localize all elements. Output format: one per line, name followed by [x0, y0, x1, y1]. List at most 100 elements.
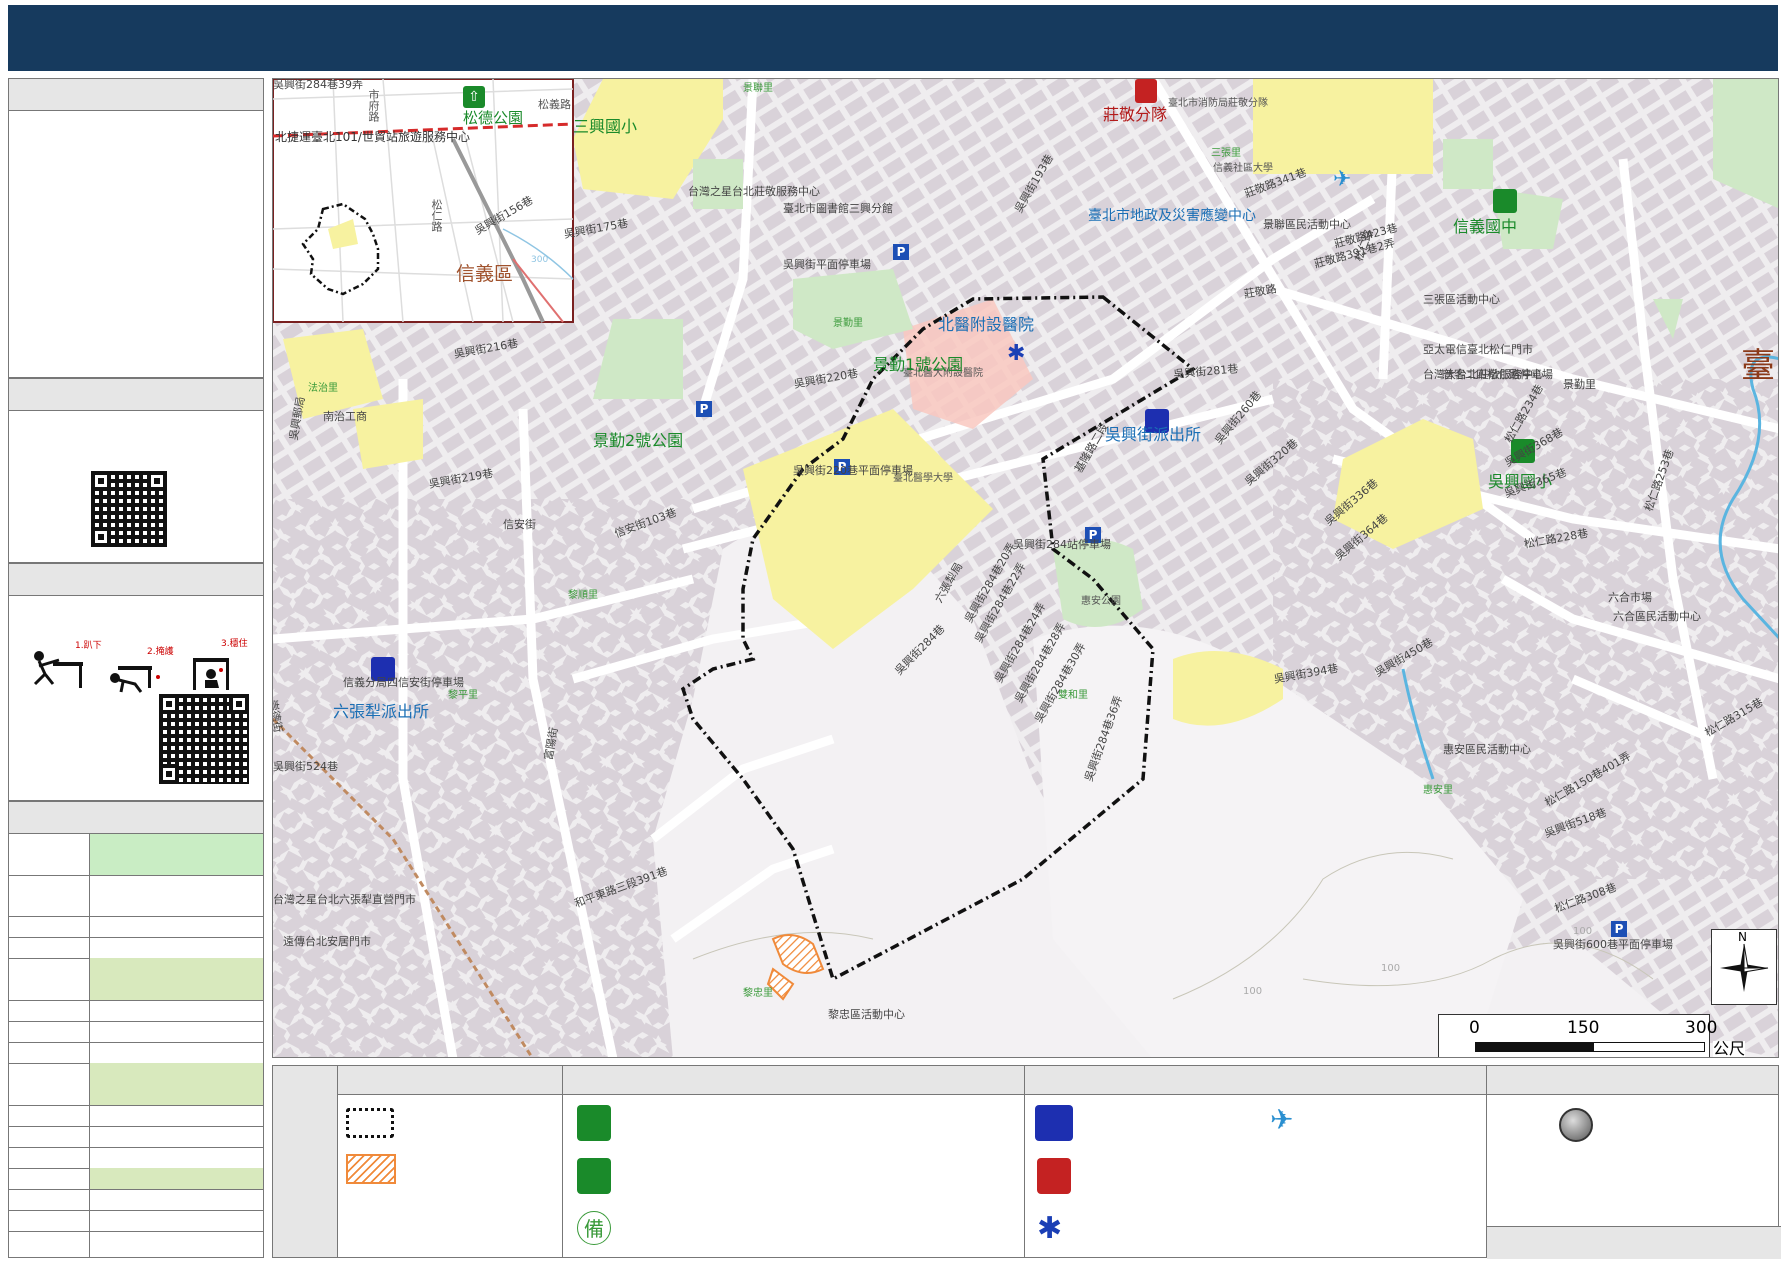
scale-segment [1475, 1042, 1593, 1052]
title-bar [8, 5, 1778, 71]
road-label: 吳興街220巷平面停車場 [793, 464, 913, 477]
drill-illustration [33, 651, 229, 693]
road-label: 三張區活動中心 [1423, 293, 1500, 306]
table-row [9, 875, 263, 917]
drill-step-1: 1.趴下 [75, 641, 102, 651]
village-label: 黎順里 [568, 590, 598, 601]
fire-legend-icon [1037, 1158, 1071, 1194]
shelter-table [8, 801, 264, 1258]
north-label: N [1738, 930, 1747, 944]
table-row [9, 1042, 263, 1064]
village-label: 雙和里 [1058, 690, 1088, 701]
table-row [9, 1231, 263, 1258]
park-area [693, 159, 743, 209]
drill-step-3: 3.穩住 [221, 639, 248, 649]
drill-step-2: 2.掩護 [147, 647, 174, 657]
hospital-label: 北醫附設醫院 [938, 315, 1035, 334]
qr-code[interactable] [159, 694, 249, 784]
contour-label: 100 [1573, 926, 1593, 937]
village-label: 景聯里 [743, 83, 773, 94]
table-row [9, 1000, 263, 1022]
qr-finder [91, 527, 111, 547]
table-row [9, 1147, 263, 1169]
scale-label: 300 [1685, 1018, 1718, 1038]
park-area [1443, 139, 1493, 189]
park-label: 惠安公園 [1081, 596, 1121, 607]
inset-road-label: 松仁路 [430, 199, 443, 232]
table-header [9, 802, 263, 834]
legend-column: ✱ ✈ [1024, 1066, 1487, 1257]
landslide-legend-swatch [346, 1154, 396, 1184]
village-label: 黎平里 [448, 690, 478, 701]
road-label: 吳興街284站停車場 [1013, 538, 1111, 551]
table-row [9, 1126, 263, 1148]
parking-icon: P [1611, 921, 1627, 937]
qr-panel-header [9, 379, 263, 411]
table-row [9, 1105, 263, 1127]
road-label: 景聯區民活動中心 [1263, 218, 1351, 231]
drop-icon [33, 651, 83, 688]
road-label: 六合區民活動中心 [1613, 610, 1701, 623]
medical-legend-icon: ✱ [1037, 1211, 1063, 1246]
table-row [9, 1210, 263, 1232]
road-label: 普客二四松仁路停車場 [1443, 368, 1553, 381]
police-legend-icon [1035, 1105, 1073, 1141]
legend: 備 ✱ ✈ [272, 1065, 1781, 1259]
info-panel [8, 78, 264, 378]
table-row [9, 937, 263, 959]
table-row [9, 1168, 263, 1190]
qr-finder [159, 694, 179, 714]
legend-footer [1487, 1226, 1781, 1259]
qr-panel [8, 378, 264, 563]
park-label: 景勤1號公園 [873, 355, 964, 374]
info-panel-header [9, 79, 263, 111]
fire-bureau-label: 臺北市消防局莊敬分隊 [1168, 98, 1268, 109]
table-row [9, 1189, 263, 1211]
park-shelter-legend-icon [577, 1158, 611, 1194]
road-label: 台灣之星台北六張犁直營門市 [273, 893, 416, 906]
scale-label: 150 [1567, 1018, 1600, 1038]
helicopter-legend-icon: ✈ [1270, 1103, 1294, 1136]
road-label: 台灣之星台北莊敬服務中心 [688, 185, 820, 198]
school-area [1253, 79, 1433, 174]
scale-bar: 0 150 300 [1438, 1014, 1717, 1057]
police-label: 吳興街派出所 [1105, 425, 1202, 444]
inset-station-label: 北捷運臺北101/世貿站旅遊服務中心 [275, 130, 470, 144]
road-label: 惠安區民活動中心 [1443, 743, 1531, 756]
road-label: 吳興街平面停車場 [783, 258, 871, 271]
village-label: 景勤里 [833, 318, 863, 329]
road-label: 六合市場 [1608, 591, 1652, 604]
inset-road-label: 松義路 [538, 98, 571, 111]
fire-station-label: 莊敬分隊 [1103, 105, 1168, 124]
qr-finder [159, 764, 179, 784]
parking-icon: P [696, 401, 712, 417]
drill-panel: 1.趴下 2.掩護 3.穩住 [8, 563, 264, 801]
road-label: 吳興街600巷平面停車場 [1553, 938, 1673, 951]
table-row [9, 1021, 263, 1043]
village-label: 黎忠里 [743, 988, 773, 999]
cover-icon [110, 666, 160, 693]
scale-unit: 公尺 [1713, 1039, 1746, 1058]
area-label: 臺 [1741, 346, 1775, 386]
scale-segment [1593, 1042, 1705, 1052]
qr-code[interactable] [91, 471, 167, 547]
road-label: 臺北市圖書館三興分館 [783, 202, 893, 215]
police-label: 六張犁派出所 [333, 702, 430, 721]
road-label: 南治工商 [323, 410, 367, 423]
parking-icon: P [893, 244, 909, 260]
qr-finder [147, 471, 167, 491]
map-view[interactable]: ⇧ 松德公園 北捷運臺北101/世貿站旅遊服務中心 信義區 市府路 松仁路 松義… [272, 78, 1779, 1058]
school-label: 信義國中 [1453, 217, 1518, 236]
village-label: 三張里 [1211, 148, 1241, 159]
shelter-legend-icon [577, 1105, 611, 1141]
village-label: 惠安里 [1423, 785, 1453, 796]
road-label: 信義分局四信安街停車場 [343, 676, 464, 689]
table-row [9, 1063, 263, 1106]
qr-finder [229, 694, 249, 714]
boundary-legend-swatch [346, 1108, 394, 1138]
contour-label: 100 [1243, 986, 1263, 997]
road-label: 遠傳台北安居門市 [283, 935, 371, 948]
fire-station-icon [1135, 79, 1157, 103]
qr-finder [91, 471, 111, 491]
north-arrow: N [1711, 929, 1777, 1005]
